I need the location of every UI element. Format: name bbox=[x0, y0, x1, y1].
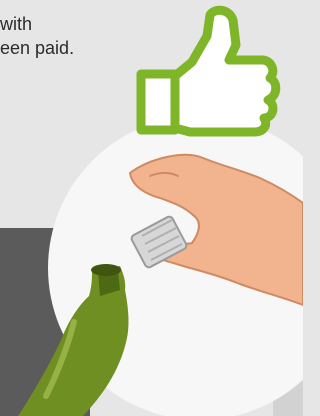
illustration bbox=[18, 5, 303, 416]
thumbs-up-icon bbox=[136, 5, 281, 137]
